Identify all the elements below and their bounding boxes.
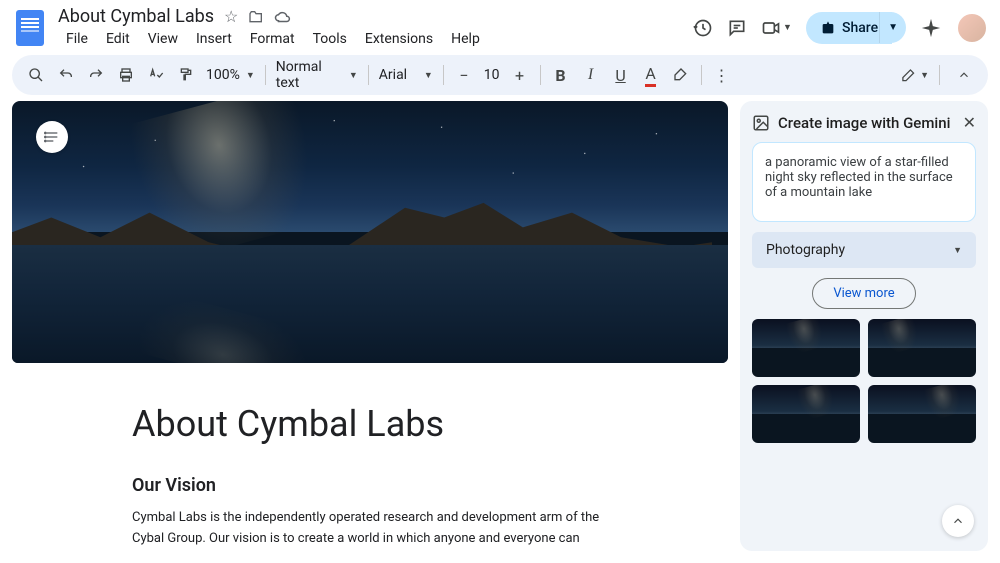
cloud-status-icon[interactable] [274, 10, 292, 24]
italic-button[interactable]: I [577, 61, 605, 89]
spellcheck-icon[interactable] [142, 61, 170, 89]
image-icon [752, 114, 770, 132]
outline-button[interactable] [36, 121, 68, 153]
menu-insert[interactable]: Insert [188, 29, 240, 49]
collapse-icon[interactable] [950, 61, 978, 89]
style-dropdown[interactable]: Photography ▼ [752, 232, 976, 268]
prompt-input[interactable]: a panoramic view of a star-filled night … [752, 142, 976, 222]
header-actions: ▼ Share ▼ [693, 12, 988, 44]
hero-image[interactable] [12, 101, 728, 363]
meet-icon[interactable]: ▼ [761, 18, 792, 38]
doc-heading-1: About Cymbal Labs [132, 403, 608, 445]
result-thumb[interactable] [752, 385, 860, 443]
menu-format[interactable]: Format [242, 29, 303, 49]
history-icon[interactable] [693, 18, 713, 38]
document-canvas[interactable]: About Cymbal Labs Our Vision Cymbal Labs… [12, 101, 728, 551]
move-icon[interactable] [248, 9, 264, 25]
menu-edit[interactable]: Edit [98, 29, 138, 49]
document-title[interactable]: About Cymbal Labs [58, 6, 214, 27]
docs-logo[interactable] [12, 10, 48, 46]
increase-font-icon[interactable]: + [506, 61, 534, 89]
view-more-button[interactable]: View more [812, 278, 915, 309]
main-area: About Cymbal Labs Our Vision Cymbal Labs… [0, 101, 1000, 563]
results-grid [752, 319, 976, 443]
gemini-icon[interactable] [920, 17, 942, 39]
document-body[interactable]: About Cymbal Labs Our Vision Cymbal Labs… [12, 363, 728, 551]
title-block: About Cymbal Labs ☆ File Edit View Inser… [58, 6, 683, 49]
highlight-button[interactable] [667, 61, 695, 89]
font-dropdown[interactable]: Arial▼ [375, 67, 437, 83]
app-header: About Cymbal Labs ☆ File Edit View Inser… [0, 0, 1000, 49]
menu-extensions[interactable]: Extensions [357, 29, 441, 49]
gemini-panel: Create image with Gemini ✕ a panoramic v… [740, 101, 988, 551]
print-icon[interactable] [112, 61, 140, 89]
edit-mode-button[interactable]: ▼ [901, 61, 929, 89]
more-icon[interactable]: ⋮ [708, 61, 736, 89]
menu-view[interactable]: View [140, 29, 186, 49]
font-size[interactable]: 10 [480, 67, 504, 83]
comments-icon[interactable] [727, 18, 747, 38]
search-icon[interactable] [22, 61, 50, 89]
doc-paragraph: Cymbal Labs is the independently operate… [132, 508, 608, 551]
redo-icon[interactable] [82, 61, 110, 89]
zoom-dropdown[interactable]: 100%▼ [202, 67, 259, 83]
menu-file[interactable]: File [58, 29, 96, 49]
chevron-down-icon: ▼ [953, 245, 962, 256]
result-thumb[interactable] [752, 319, 860, 377]
doc-heading-2: Our Vision [132, 475, 608, 496]
underline-button[interactable]: U [607, 61, 635, 89]
close-icon[interactable]: ✕ [963, 113, 976, 132]
menu-bar: File Edit View Insert Format Tools Exten… [58, 29, 683, 49]
text-color-button[interactable]: A [637, 61, 665, 89]
avatar[interactable] [956, 12, 988, 44]
scroll-top-button[interactable] [942, 505, 974, 537]
result-thumb[interactable] [868, 385, 976, 443]
menu-tools[interactable]: Tools [305, 29, 355, 49]
share-label: Share [842, 20, 878, 36]
decrease-font-icon[interactable]: − [450, 61, 478, 89]
menu-help[interactable]: Help [443, 29, 488, 49]
style-dropdown[interactable]: Normal text▼ [272, 59, 362, 91]
star-icon[interactable]: ☆ [224, 7, 238, 26]
bold-button[interactable]: B [547, 61, 575, 89]
panel-title: Create image with Gemini [778, 114, 955, 132]
share-dropdown[interactable]: ▼ [879, 12, 906, 43]
toolbar: 100%▼ Normal text▼ Arial▼ − 10 + B I U A… [12, 55, 988, 95]
result-thumb[interactable] [868, 319, 976, 377]
paint-format-icon[interactable] [172, 61, 200, 89]
style-value: Photography [766, 242, 845, 258]
undo-icon[interactable] [52, 61, 80, 89]
